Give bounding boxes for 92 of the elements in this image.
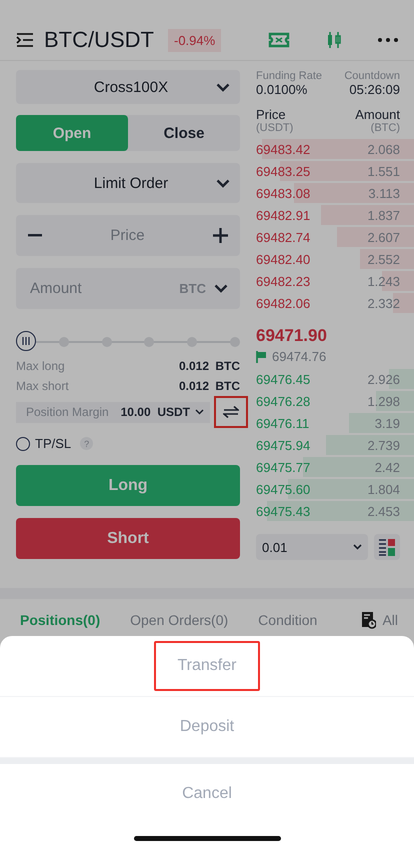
- slider-stop[interactable]: [144, 337, 154, 347]
- price-column-header: Price: [256, 107, 287, 122]
- bid-amount: 1.298: [367, 394, 400, 408]
- flag-icon: [256, 350, 267, 362]
- plus-icon[interactable]: [213, 228, 228, 243]
- mark-price: 69474.76: [272, 349, 326, 364]
- slider-thumb[interactable]: [16, 331, 36, 351]
- bid-price: 69475.94: [256, 438, 310, 452]
- ask-amount: 2.068: [367, 142, 400, 156]
- position-margin-select[interactable]: Position Margin 10.00 USDT: [16, 402, 210, 422]
- funding-rate-value: 0.0100%: [256, 82, 308, 97]
- ask-amount: 2.607: [367, 230, 400, 244]
- trade-button[interactable]: Long: [16, 465, 240, 506]
- margin-mode-select[interactable]: Cross100X: [16, 70, 240, 104]
- ask-amount: 3.113: [368, 186, 400, 200]
- chevron-down-icon[interactable]: [214, 284, 228, 293]
- bid-amount: 1.804: [367, 482, 400, 496]
- bid-price: 69475.43: [256, 504, 310, 518]
- chevron-down-icon: [216, 82, 230, 92]
- amount-column-header: Amount: [355, 107, 400, 122]
- funding-rate-label: Funding Rate: [256, 70, 322, 82]
- ask-price: 69482.91: [256, 208, 310, 222]
- filter-all[interactable]: All: [382, 612, 398, 628]
- slider-stop[interactable]: [58, 337, 69, 347]
- ask-price: 69483.08: [256, 186, 310, 200]
- ask-price: 69483.42: [256, 142, 310, 156]
- menu-icon[interactable]: [16, 32, 34, 48]
- help-icon[interactable]: ?: [80, 437, 94, 450]
- tpsl-label: TP/SL: [35, 436, 72, 451]
- amount-unit: (BTC): [370, 122, 400, 134]
- chevron-down-icon: [195, 409, 204, 415]
- more-icon[interactable]: [378, 38, 398, 42]
- ask-amount: 2.552: [367, 252, 400, 266]
- slider-stop[interactable]: [187, 337, 198, 347]
- amount-unit-label: BTC: [179, 281, 206, 296]
- order-type-select[interactable]: Limit Order: [16, 163, 240, 203]
- ask-price: 69483.25: [256, 164, 310, 178]
- tpsl-checkbox[interactable]: [16, 436, 30, 450]
- bid-price: 69476.11: [256, 416, 310, 430]
- price-input[interactable]: Price: [50, 226, 205, 245]
- max-long-value: 0.012 BTC: [178, 359, 240, 373]
- document-clock-icon[interactable]: [362, 612, 376, 628]
- transfer-button[interactable]: [214, 396, 248, 428]
- ask-price: 69482.74: [256, 230, 310, 244]
- max-long-label: Max long: [16, 359, 65, 373]
- positions-tab[interactable]: Condition: [258, 612, 318, 628]
- bid-price: 69475.77: [256, 460, 310, 474]
- trade-button[interactable]: Short: [16, 518, 240, 559]
- slider-stop[interactable]: [230, 337, 240, 347]
- minus-icon[interactable]: [28, 234, 42, 237]
- last-price: 69471.90: [256, 326, 328, 346]
- ask-price: 69482.23: [256, 274, 310, 288]
- slider-stop[interactable]: [102, 337, 112, 347]
- positions-tab[interactable]: Open Orders(0): [130, 612, 228, 628]
- max-short-value: 0.012 BTC: [178, 379, 240, 393]
- pair-title: BTC/USDT: [44, 27, 154, 53]
- price-field[interactable]: Price: [16, 215, 240, 256]
- sheet-option[interactable]: Deposit: [154, 702, 260, 752]
- ask-price: 69482.06: [256, 296, 310, 310]
- book-layout-button[interactable]: [374, 534, 400, 560]
- ask-amount: 1.837: [367, 208, 400, 222]
- ask-amount: 1.551: [367, 164, 400, 178]
- side-tab[interactable]: Open: [16, 115, 128, 151]
- bid-price: 69476.45: [256, 372, 310, 386]
- bid-price: 69476.28: [256, 394, 310, 408]
- max-short-label: Max short: [16, 379, 69, 393]
- ask-amount: 2.332: [367, 296, 400, 310]
- bid-amount: 3.19: [374, 416, 400, 430]
- cancel-button[interactable]: Cancel: [154, 769, 260, 819]
- ask-amount: 1.243: [367, 274, 400, 288]
- change-badge: -0.94%: [168, 28, 222, 52]
- amount-input[interactable]: Amount: [28, 279, 172, 298]
- amount-field[interactable]: Amount BTC: [16, 268, 240, 309]
- positions-tab[interactable]: Positions(0): [20, 612, 100, 628]
- grip-icon: [22, 337, 30, 345]
- countdown-label: Countdown: [344, 70, 400, 82]
- order-book-layout-icon: [378, 538, 396, 556]
- bid-amount: 2.453: [367, 504, 400, 518]
- leverage-slider-track[interactable]: [16, 331, 240, 353]
- price-unit: (USDT): [256, 122, 294, 134]
- side-tab[interactable]: Close: [128, 115, 240, 151]
- chevron-down-icon: [353, 544, 362, 550]
- chevron-down-icon: [216, 178, 230, 188]
- bid-price: 69475.60: [256, 482, 310, 496]
- bid-amount: 2.739: [367, 438, 400, 452]
- bid-amount: 2.42: [374, 460, 400, 474]
- sheet-option[interactable]: Transfer: [154, 641, 260, 691]
- ask-price: 69482.40: [256, 252, 310, 266]
- countdown-value: 05:26:09: [348, 82, 400, 97]
- bid-amount: 2.926: [367, 372, 400, 386]
- precision-select[interactable]: 0.01: [256, 534, 368, 560]
- swap-arrows-icon: [223, 406, 239, 418]
